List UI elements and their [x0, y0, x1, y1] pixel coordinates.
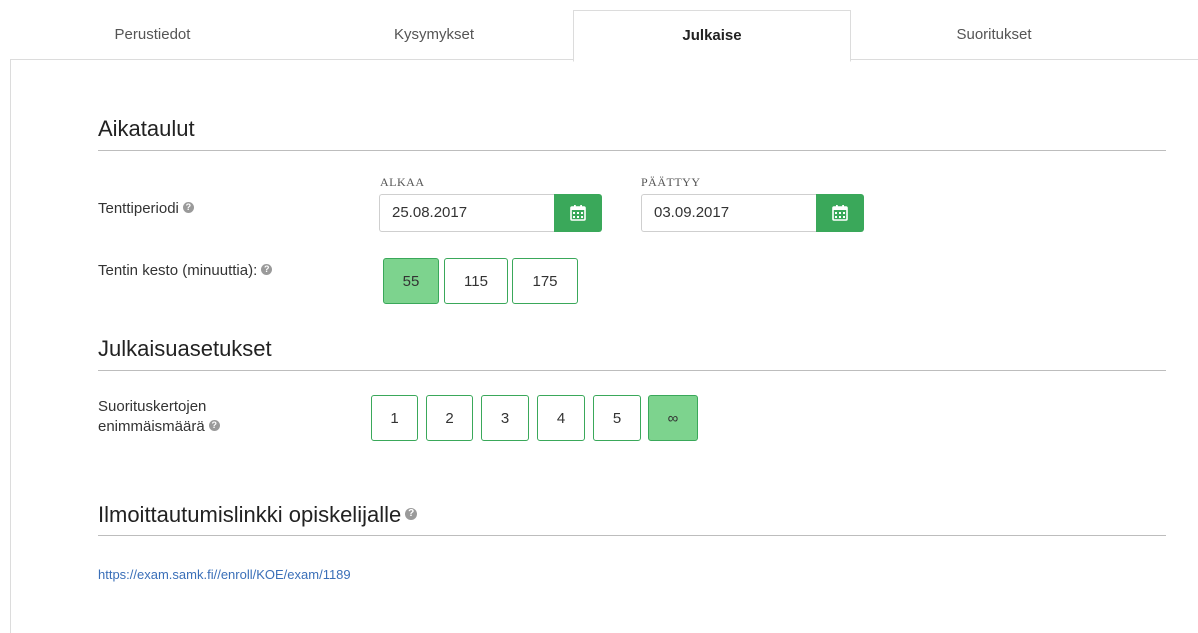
duration-label: Tentin kesto (minuuttia):?	[98, 261, 273, 281]
section-title-publish-settings: Julkaisuasetukset	[98, 336, 272, 361]
help-icon[interactable]: ?	[208, 420, 220, 431]
attempts-label-line2-wrap: enimmäismäärä?	[98, 417, 220, 437]
duration-option-55[interactable]: 55	[383, 258, 439, 304]
enrollment-title-text: Ilmoittautumislinkki opiskelijalle	[98, 502, 402, 527]
section-divider	[98, 150, 1166, 151]
attempts-option-3[interactable]: 3	[481, 395, 529, 441]
attempts-option-5[interactable]: 5	[593, 395, 641, 441]
section-divider	[98, 535, 1166, 536]
attempts-label-line1: Suorituskertojen	[98, 398, 207, 415]
help-icon[interactable]: ?	[182, 202, 194, 213]
attempts-option-unlimited[interactable]: ∞	[648, 395, 698, 441]
end-calendar-button[interactable]	[816, 194, 864, 232]
section-divider	[98, 370, 1166, 371]
section-title-enrollment: Ilmoittautumislinkki opiskelijalle?	[98, 502, 418, 528]
panel-border	[10, 59, 11, 633]
section-title-schedules: Aikataulut	[98, 116, 195, 141]
attempts-option-4[interactable]: 4	[537, 395, 585, 441]
calendar-icon	[832, 205, 848, 221]
end-date-group	[641, 194, 864, 232]
attempts-label: Suorituskertojen enimmäismäärä?	[98, 397, 220, 437]
tab-kysymykset[interactable]: Kysymykset	[295, 10, 573, 59]
tab-julkaise[interactable]: Julkaise	[573, 10, 851, 62]
attempts-option-2[interactable]: 2	[426, 395, 473, 441]
start-calendar-button[interactable]	[554, 194, 602, 232]
enrollment-link[interactable]: https://exam.samk.fi//enroll/KOE/exam/11…	[98, 567, 351, 582]
attempts-label-line2: enimmäismäärä	[98, 418, 205, 435]
start-date-input[interactable]	[379, 194, 554, 232]
help-icon[interactable]: ?	[261, 264, 273, 275]
start-caption: ALKAA	[380, 175, 425, 189]
duration-option-115[interactable]: 115	[444, 258, 508, 304]
period-label: Tenttiperiodi?	[98, 199, 194, 219]
calendar-icon	[570, 205, 586, 221]
attempts-option-1[interactable]: 1	[371, 395, 418, 441]
end-date-input[interactable]	[641, 194, 816, 232]
tab-bar: Perustiedot Kysymykset Julkaise Suorituk…	[10, 10, 1198, 62]
tab-perustiedot[interactable]: Perustiedot	[10, 10, 295, 59]
help-icon[interactable]: ?	[405, 508, 418, 520]
period-label-text: Tenttiperiodi	[98, 200, 179, 217]
duration-label-text: Tentin kesto (minuuttia):	[98, 262, 258, 279]
end-caption: PÄÄTTYY	[641, 175, 701, 189]
start-date-group	[379, 194, 602, 232]
tab-suoritukset[interactable]: Suoritukset	[850, 10, 1138, 59]
duration-option-175[interactable]: 175	[512, 258, 578, 304]
